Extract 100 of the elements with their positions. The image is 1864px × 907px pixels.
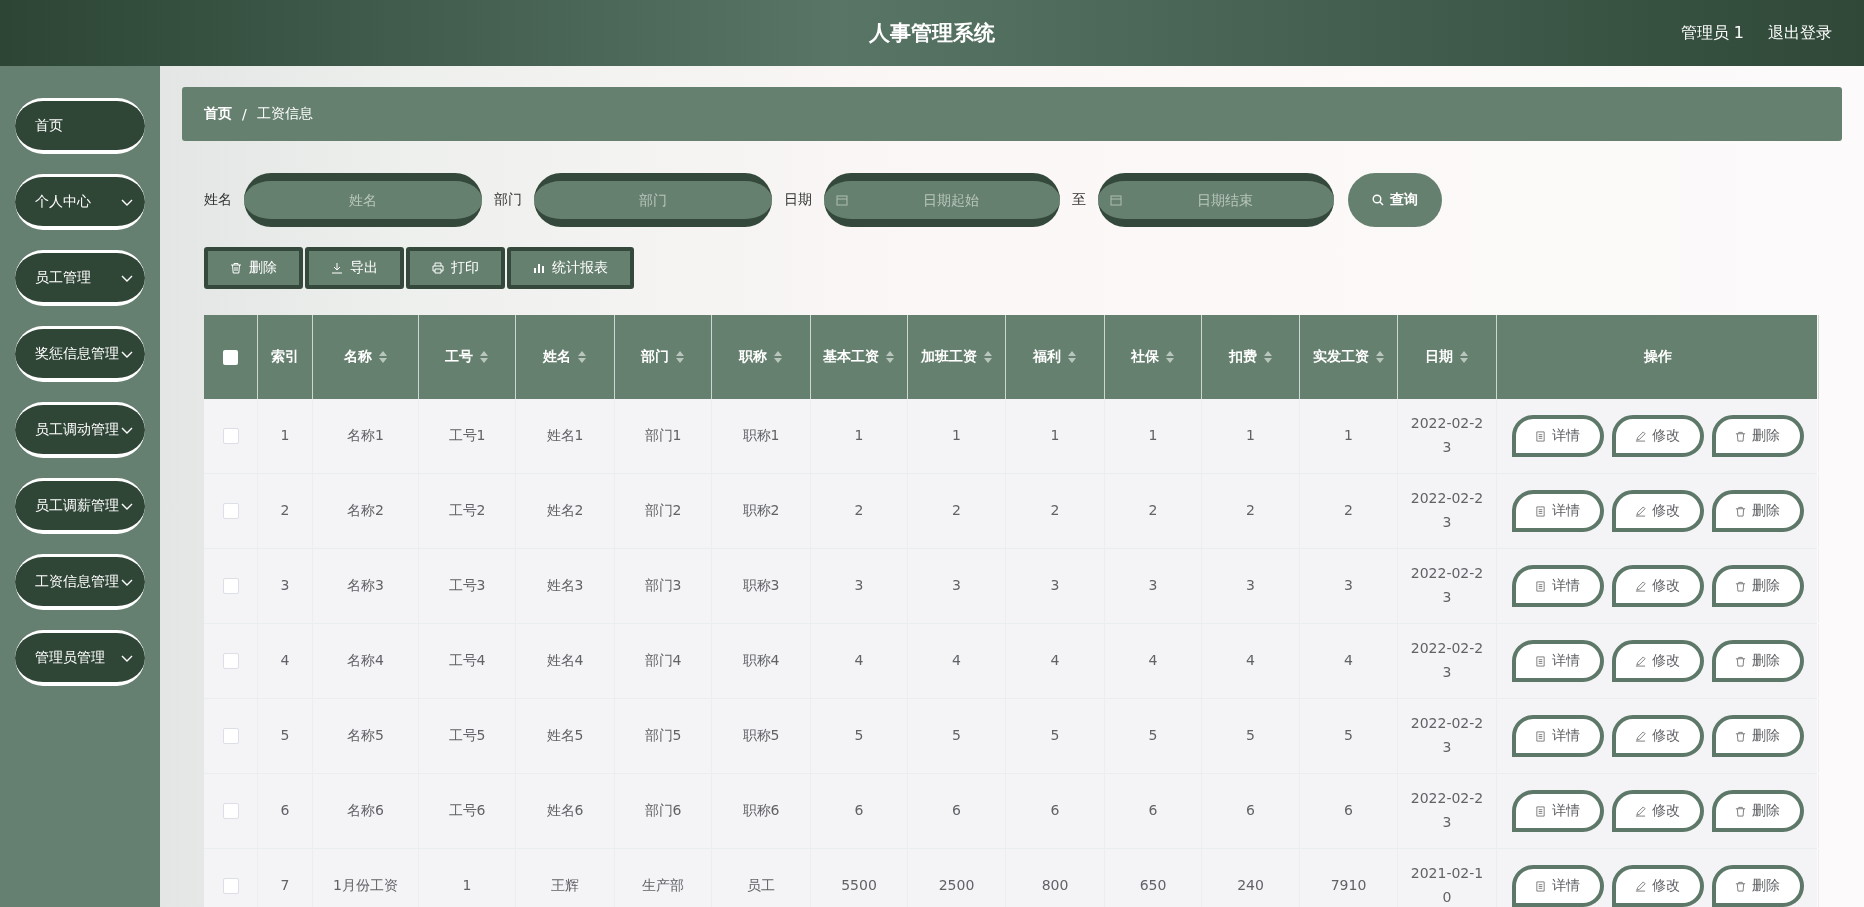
detail-button[interactable]: 详情 [1511, 415, 1604, 457]
edit-button[interactable]: 修改 [1611, 565, 1704, 607]
table-cell-text: 6 [1245, 801, 1256, 821]
pencil-icon [1635, 805, 1646, 817]
sort-icon[interactable] [577, 350, 587, 364]
delete-button[interactable]: 删除 [1711, 715, 1804, 757]
table-cell-text: 6 [1343, 801, 1354, 821]
column-header: 扣费 [1228, 348, 1257, 366]
delete-button[interactable]: 删除 [1711, 490, 1804, 532]
edit-button[interactable]: 修改 [1611, 715, 1704, 757]
department-field[interactable]: 部门 [534, 173, 772, 227]
row-checkbox[interactable] [222, 803, 239, 819]
sort-icon[interactable] [982, 350, 993, 364]
logout-link[interactable]: 退出登录 [1768, 22, 1832, 44]
document-icon [1535, 505, 1546, 517]
table-cell-text: 职称6 [741, 801, 781, 821]
column-header: 加班工资 [920, 348, 977, 366]
chevron-down-icon [121, 503, 133, 511]
sort-icon[interactable] [1262, 350, 1273, 364]
sidebar-item[interactable]: 管理员管理 [15, 630, 145, 686]
sort-icon[interactable] [479, 350, 489, 364]
edit-button[interactable]: 修改 [1611, 490, 1704, 532]
trash-icon [1735, 880, 1746, 892]
detail-button[interactable]: 详情 [1511, 865, 1604, 907]
printer-icon [432, 262, 444, 274]
row-checkbox[interactable] [222, 428, 239, 444]
sidebar-item[interactable]: 员工管理 [15, 250, 145, 306]
table-cell-text: 4 [1049, 651, 1061, 671]
detail-button[interactable]: 详情 [1511, 790, 1604, 832]
row-checkbox[interactable] [222, 653, 239, 669]
detail-button[interactable]: 详情 [1511, 640, 1604, 682]
edit-button[interactable]: 修改 [1611, 790, 1704, 832]
start-date-field[interactable]: 日期起始 [824, 173, 1060, 227]
sort-icon[interactable] [773, 350, 783, 364]
table-cell-text: 部门6 [643, 801, 683, 821]
sort-icon[interactable] [1165, 350, 1175, 364]
detail-button[interactable]: 详情 [1511, 565, 1604, 607]
sidebar-item[interactable]: 工资信息管理 [15, 554, 145, 610]
edit-button[interactable]: 修改 [1611, 415, 1704, 457]
row-checkbox[interactable] [222, 578, 239, 594]
sidebar-item[interactable]: 员工调动管理 [15, 402, 145, 458]
table-cell-text: 部门3 [643, 576, 683, 596]
sidebar-item[interactable]: 首页 [15, 98, 145, 154]
trash-icon [1735, 730, 1746, 742]
table-cell-text: 4 [951, 651, 962, 671]
detail-button[interactable]: 详情 [1511, 490, 1604, 532]
sidebar-item[interactable]: 个人中心 [15, 174, 145, 230]
name-field[interactable]: 姓名 [244, 173, 482, 227]
table-cell-text: 职称3 [741, 576, 781, 596]
sort-icon[interactable] [1067, 350, 1077, 364]
sort-icon[interactable] [377, 350, 388, 364]
column-header: 日期 [1425, 348, 1453, 366]
table-cell-text: 3 [951, 576, 962, 596]
column-header: 部门 [641, 348, 669, 366]
delete-button[interactable]: 删除 [1711, 865, 1804, 907]
sidebar-item[interactable]: 奖惩信息管理 [15, 326, 145, 382]
user-name: 管理员 1 [1680, 22, 1744, 44]
row-checkbox[interactable] [222, 878, 239, 894]
breadcrumb-link[interactable]: 工资信息 [256, 105, 313, 123]
delete-button[interactable]: 删除 [204, 247, 303, 289]
app-title: 人事管理系统 [869, 20, 995, 47]
sidebar-item[interactable]: 员工调薪管理 [15, 478, 145, 534]
column-header: 姓名 [543, 348, 571, 366]
delete-button[interactable]: 删除 [1711, 415, 1804, 457]
table-cell-text: 2021-02-10 [1409, 864, 1485, 907]
chevron-down-icon [121, 351, 133, 359]
table-cell-text: 工号2 [447, 501, 487, 521]
edit-button[interactable]: 修改 [1611, 640, 1704, 682]
edit-button[interactable]: 修改 [1611, 865, 1704, 907]
table-cell-text: 2022-02-23 [1409, 489, 1485, 532]
delete-button[interactable]: 删除 [1711, 790, 1804, 832]
select-all-checkbox[interactable] [223, 349, 238, 365]
document-icon [1535, 655, 1546, 667]
table-cell-text: 2 [279, 501, 291, 521]
pencil-icon [1635, 730, 1646, 742]
breadcrumb-link[interactable]: 首页 [204, 105, 232, 123]
sort-icon[interactable] [1374, 350, 1385, 364]
print-button[interactable]: 打印 [406, 247, 505, 289]
row-checkbox[interactable] [222, 728, 239, 744]
table-cell-text: 员工 [746, 876, 776, 896]
delete-button[interactable]: 删除 [1711, 640, 1804, 682]
table-cell-text: 800 [1040, 876, 1070, 896]
sort-icon[interactable] [885, 350, 895, 364]
table-cell-text: 2022-02-23 [1409, 714, 1485, 757]
sort-icon[interactable] [1459, 350, 1469, 364]
table-cell-text: 5 [279, 726, 291, 746]
report-button[interactable]: 统计报表 [507, 247, 634, 289]
table-cell-text: 1 [1245, 426, 1256, 446]
row-checkbox[interactable] [222, 503, 239, 519]
table-cell-text: 1 [279, 426, 291, 446]
detail-button[interactable]: 详情 [1511, 715, 1604, 757]
table-cell-text: 姓名2 [545, 501, 585, 521]
search-button[interactable]: 查询 [1348, 173, 1442, 227]
sort-icon[interactable] [675, 350, 685, 364]
export-button[interactable]: 导出 [305, 247, 404, 289]
end-date-field[interactable]: 日期结束 [1098, 173, 1334, 227]
table-cell-text: 工号6 [447, 801, 487, 821]
chevron-down-icon [121, 427, 133, 435]
column-header: 工号 [445, 348, 473, 366]
delete-button[interactable]: 删除 [1711, 565, 1804, 607]
